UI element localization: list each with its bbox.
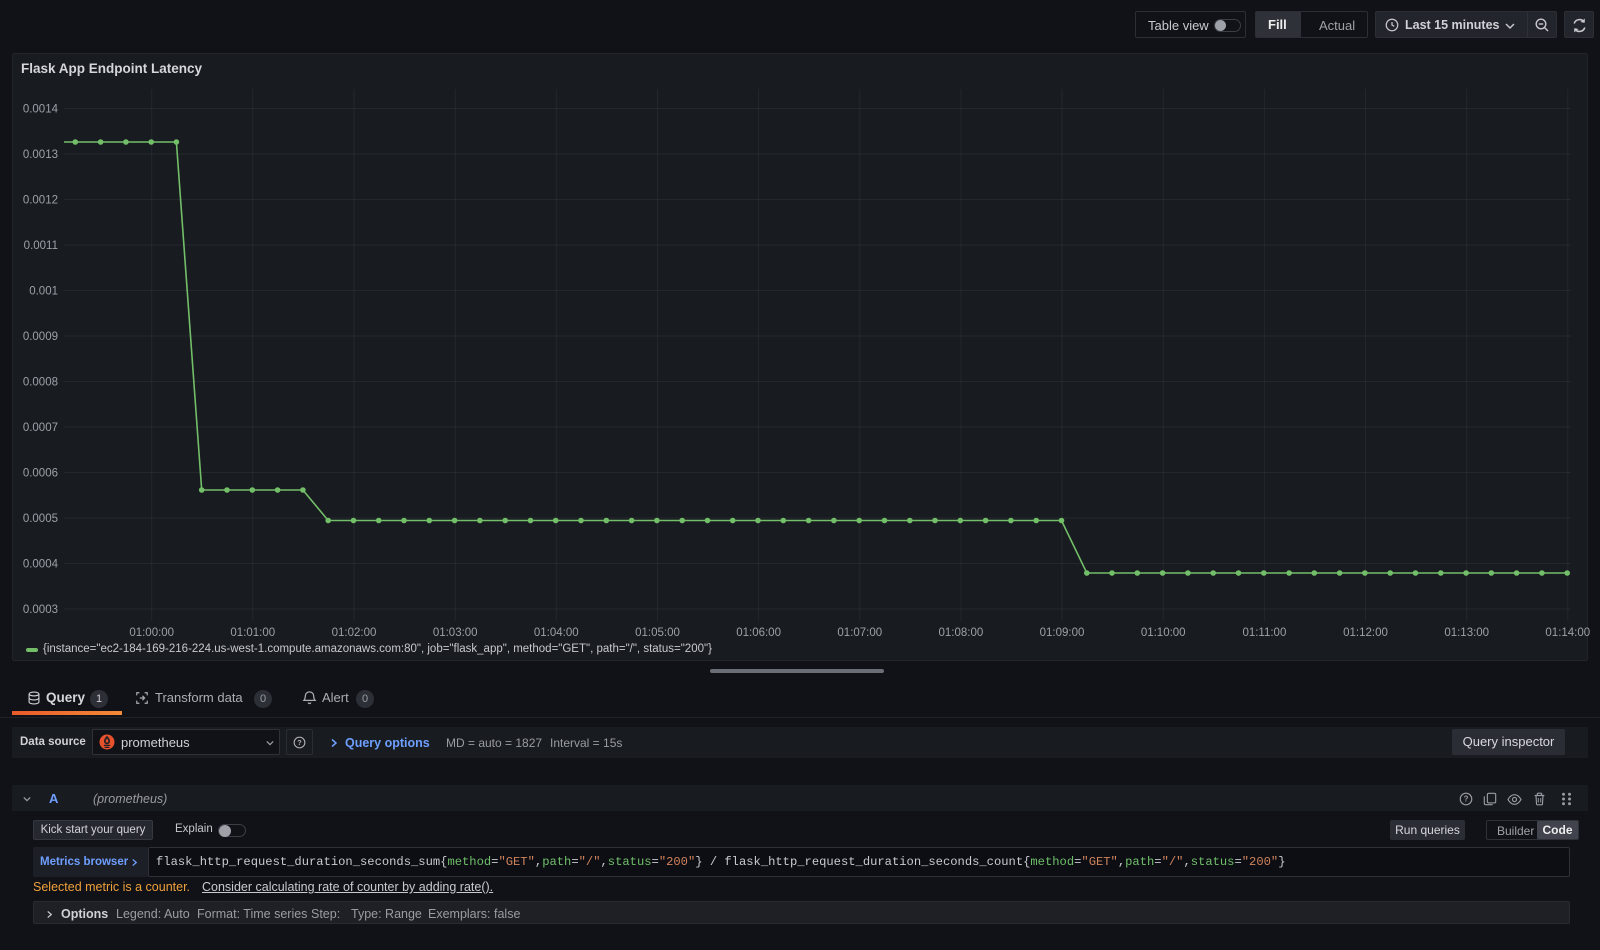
svg-text:01:05:00: 01:05:00 bbox=[635, 627, 680, 639]
svg-text:01:07:00: 01:07:00 bbox=[837, 627, 882, 639]
svg-text:0.0014: 0.0014 bbox=[23, 104, 59, 116]
svg-text:01:06:00: 01:06:00 bbox=[736, 627, 781, 639]
svg-text:0.0005: 0.0005 bbox=[23, 513, 58, 525]
svg-text:01:14:00: 01:14:00 bbox=[1545, 627, 1590, 639]
svg-text:01:08:00: 01:08:00 bbox=[939, 627, 984, 639]
svg-text:0.0004: 0.0004 bbox=[23, 559, 59, 571]
svg-text:0.0013: 0.0013 bbox=[23, 149, 58, 161]
svg-text:?: ? bbox=[1464, 795, 1469, 804]
svg-text:01:11:00: 01:11:00 bbox=[1242, 627, 1286, 639]
svg-text:01:09:00: 01:09:00 bbox=[1040, 627, 1085, 639]
svg-text:01:12:00: 01:12:00 bbox=[1343, 627, 1388, 639]
svg-text:01:03:00: 01:03:00 bbox=[433, 627, 478, 639]
svg-text:0.001: 0.001 bbox=[29, 286, 58, 298]
svg-text:01:00:00: 01:00:00 bbox=[129, 627, 174, 639]
svg-text:0.0011: 0.0011 bbox=[24, 240, 58, 252]
svg-text:01:02:00: 01:02:00 bbox=[332, 627, 377, 639]
svg-text:01:10:00: 01:10:00 bbox=[1141, 627, 1186, 639]
svg-text:0.0006: 0.0006 bbox=[23, 468, 58, 480]
svg-text:?: ? bbox=[297, 738, 302, 747]
svg-text:0.0003: 0.0003 bbox=[23, 604, 58, 616]
svg-text:01:04:00: 01:04:00 bbox=[534, 627, 579, 639]
svg-text:01:13:00: 01:13:00 bbox=[1444, 627, 1489, 639]
svg-text:0.0007: 0.0007 bbox=[23, 422, 58, 434]
svg-text:01:01:00: 01:01:00 bbox=[230, 627, 275, 639]
svg-text:0.0012: 0.0012 bbox=[23, 195, 58, 207]
svg-text:0.0008: 0.0008 bbox=[23, 377, 58, 389]
svg-text:0.0009: 0.0009 bbox=[23, 331, 58, 343]
